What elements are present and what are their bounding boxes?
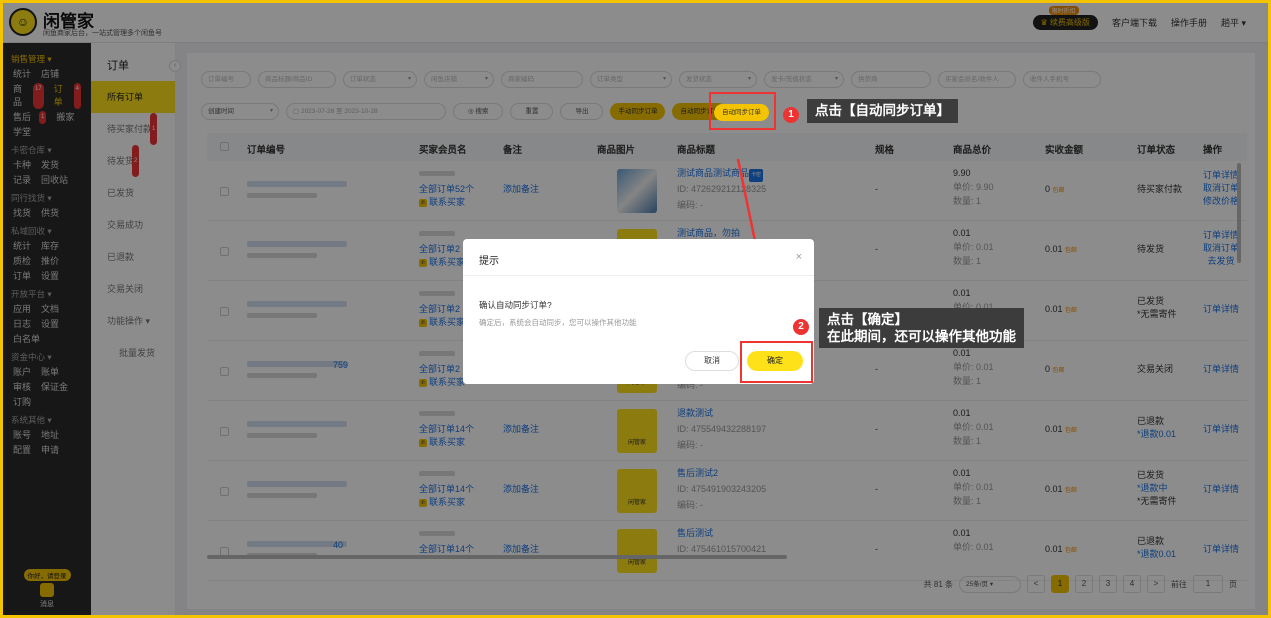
- step2-line1: 点击【确定】: [827, 312, 908, 327]
- cancel-button[interactable]: 取消: [685, 351, 739, 371]
- dialog-description: 确定后，系统会自动同步，您可以操作其他功能: [479, 318, 637, 327]
- confirm-highlight-box: [740, 341, 813, 383]
- step2-number: 2: [793, 319, 809, 335]
- step2-callout: 点击【确定】 在此期间，还可以操作其他功能: [819, 308, 1024, 348]
- app-frame: ☺ 闲管家 闲鱼商家后台，一站式管理多个闲鱼号 限时折扣 ♛ 续费高级版 客户端下…: [0, 0, 1271, 618]
- dialog-question: 确认自动同步订单?: [479, 300, 552, 310]
- step2-line2: 在此期间，还可以操作其他功能: [827, 329, 1016, 344]
- dialog-title: 提示: [479, 256, 499, 267]
- dialog-divider: [463, 275, 814, 276]
- close-icon[interactable]: ×: [796, 251, 802, 263]
